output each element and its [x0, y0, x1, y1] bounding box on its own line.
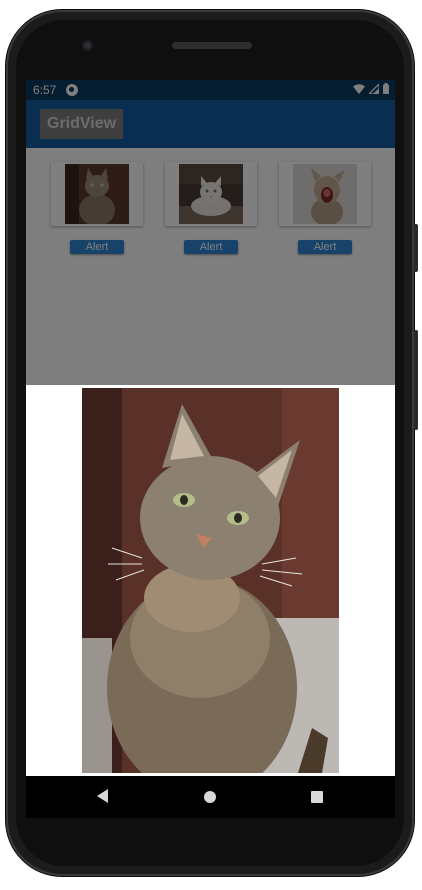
alert-button-2[interactable]: Alert	[184, 240, 238, 254]
alert-button-1[interactable]: Alert	[70, 240, 124, 254]
thumbnail-frame	[165, 162, 257, 226]
thumbnail-frame	[51, 162, 143, 226]
home-icon[interactable]	[204, 791, 216, 803]
power-button	[414, 224, 418, 272]
status-bar: 6:57	[26, 80, 395, 100]
alert-button-3[interactable]: Alert	[298, 240, 352, 254]
status-icons	[353, 83, 389, 94]
grid-item-2[interactable]: Alert	[165, 162, 257, 256]
tabby-cat-full-image	[82, 388, 339, 773]
grid-item-3[interactable]: Alert	[279, 162, 371, 256]
app-notification-icon	[66, 84, 78, 96]
app-bar: GridView	[26, 100, 395, 148]
wifi-icon	[353, 83, 365, 94]
image-dialog	[26, 385, 395, 776]
cellular-signal-icon	[369, 83, 379, 94]
status-time: 6:57	[33, 83, 57, 97]
cat-yawning-thumbnail[interactable]	[293, 164, 357, 224]
front-camera	[82, 40, 93, 51]
back-icon[interactable]	[97, 789, 109, 803]
cat-sitting-thumbnail[interactable]	[65, 164, 129, 224]
recents-icon[interactable]	[311, 791, 323, 803]
battery-icon	[383, 83, 389, 94]
volume-button	[414, 330, 418, 430]
white-cat-lying-thumbnail[interactable]	[179, 164, 243, 224]
grid-item-1[interactable]: Alert	[51, 162, 143, 256]
device-screen: 6:57 GridView Alert Alert Alert	[26, 80, 395, 818]
navigation-bar	[26, 776, 395, 818]
earpiece-speaker	[172, 42, 252, 49]
app-title: GridView	[40, 109, 124, 139]
thumbnail-frame	[279, 162, 371, 226]
